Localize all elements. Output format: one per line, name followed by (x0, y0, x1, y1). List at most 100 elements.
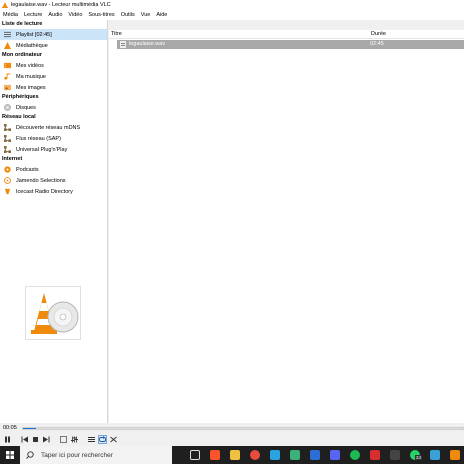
menu-tools[interactable]: Outils (121, 12, 135, 18)
next-button[interactable] (42, 435, 51, 444)
menu-bar: Média Lecture Audio Vidéo Sous-titres Ou… (0, 10, 464, 20)
sidebar-item-sap[interactable]: Flux réseau (SAP) (0, 133, 107, 144)
start-button[interactable] (0, 446, 20, 464)
menu-video[interactable]: Vidéo (68, 12, 82, 18)
sidebar-item-discs[interactable]: Disques (0, 102, 107, 113)
discord-icon[interactable] (330, 450, 340, 460)
sidebar-item-label: Jamendo Selections (16, 177, 66, 184)
sidebar-item-label: Icecast Radio Directory (16, 188, 73, 195)
search-placeholder: Taper ici pour rechercher (41, 451, 113, 459)
app-icon[interactable] (310, 450, 320, 460)
row-title: legaulaise.wav (129, 41, 166, 47)
app-icon[interactable] (430, 450, 440, 460)
playlist-icon (4, 31, 11, 38)
app-icon[interactable] (290, 450, 300, 460)
sidebar-item-images[interactable]: Mes images (0, 82, 107, 93)
stop-button[interactable] (31, 435, 40, 444)
fullscreen-button[interactable] (59, 435, 68, 444)
previous-icon (21, 436, 28, 443)
sidebar-item-jamendo[interactable]: Jamendo Selections (0, 175, 107, 186)
sidebar-item-label: Podcasts (16, 166, 39, 173)
podcast-icon (4, 166, 11, 173)
app-icon[interactable] (270, 450, 280, 460)
title-bar: legaulaise.wav - Lecteur multimédia VLC (0, 0, 464, 10)
whatsapp-button[interactable]: 24 (410, 450, 423, 460)
videos-icon (4, 62, 11, 69)
extended-settings-button[interactable] (70, 435, 79, 444)
disc-icon (4, 104, 11, 111)
spotify-icon[interactable] (350, 450, 360, 460)
sidebar-item-label: Ma musique (16, 73, 46, 80)
section-playlist: Liste de lecture (2, 21, 43, 27)
search-icon (26, 451, 34, 459)
menu-lecture[interactable]: Lecture (24, 12, 42, 18)
loop-icon (99, 436, 106, 442)
fullscreen-icon (60, 436, 67, 443)
menu-view[interactable]: Vue (141, 12, 151, 18)
sidebar-item-label: Mes vidéos (16, 62, 44, 69)
row-duration: 02:45 (370, 41, 384, 47)
album-art (25, 286, 81, 340)
section-devices: Périphériques (2, 94, 39, 100)
sidebar-item-mdns[interactable]: Découverte réseau mDNS (0, 122, 107, 133)
sidebar-item-playlist[interactable]: Playlist [02:45] (0, 29, 107, 40)
controls-bar (0, 433, 464, 446)
sidebar-item-label: Flux réseau (SAP) (16, 135, 61, 142)
stop-icon (33, 437, 38, 442)
brave-icon[interactable] (210, 450, 220, 460)
playlist-icon (88, 437, 95, 442)
table-row[interactable]: legaulaise.wav 02:45 (117, 40, 464, 49)
task-view-icon[interactable] (190, 450, 200, 460)
sidebar-item-music[interactable]: Ma musique (0, 71, 107, 82)
seek-area: 00:05 (0, 423, 464, 433)
sidebar-item-upnp[interactable]: Universal Plug'n'Play (0, 144, 107, 155)
section-my-computer: Mon ordinateur (2, 52, 43, 58)
section-internet: Internet (2, 156, 23, 162)
file-explorer-icon[interactable] (230, 450, 240, 460)
notification-badge: 24 (415, 455, 423, 460)
vlc-cone-icon (2, 2, 8, 8)
toggle-playlist-button[interactable] (87, 435, 96, 444)
taskbar-search[interactable]: Taper ici pour rechercher (20, 446, 172, 464)
previous-button[interactable] (20, 435, 29, 444)
music-icon (4, 73, 11, 80)
pause-icon (5, 436, 10, 443)
shuffle-icon (110, 436, 117, 443)
sidebar-item-icecast[interactable]: Icecast Radio Directory (0, 186, 107, 197)
pause-button[interactable] (3, 435, 12, 444)
jamendo-icon (4, 177, 11, 184)
windows-logo-icon (6, 451, 14, 459)
audio-file-icon (120, 41, 126, 48)
menu-help[interactable]: Aide (156, 12, 167, 18)
loop-button[interactable] (98, 435, 107, 444)
playlist-panel (109, 30, 464, 423)
images-icon (4, 84, 11, 91)
menu-audio[interactable]: Audio (48, 12, 62, 18)
menu-subtitles[interactable]: Sous-titres (88, 12, 114, 18)
app-icon[interactable] (370, 450, 380, 460)
windows-taskbar: Taper ici pour rechercher 24 (0, 446, 464, 464)
library-icon (4, 42, 11, 49)
sidebar-item-videos[interactable]: Mes vidéos (0, 60, 107, 71)
sidebar-item-label: Mes images (16, 84, 46, 91)
chrome-icon[interactable] (250, 450, 260, 460)
icecast-icon (4, 188, 11, 195)
app-icon[interactable] (390, 450, 400, 460)
shuffle-button[interactable] (109, 435, 118, 444)
vlc-cone-disc-image (31, 293, 79, 334)
network-icon (4, 124, 11, 131)
playlist-header: Titre Durée (109, 30, 464, 39)
elapsed-time: 00:05 (3, 425, 17, 431)
column-duration[interactable]: Durée (371, 31, 386, 37)
sidebar-item-label: Médiathèque (16, 42, 48, 49)
network-icon (4, 146, 11, 153)
sidebar-item-label: Universal Plug'n'Play (16, 146, 68, 153)
menu-media[interactable]: Média (3, 12, 18, 18)
section-local-network: Réseau local (2, 114, 36, 120)
sidebar-item-label: Playlist [02:45] (16, 31, 52, 38)
sidebar-item-podcasts[interactable]: Podcasts (0, 164, 107, 175)
seek-slider[interactable] (22, 427, 464, 430)
vlc-taskbar-icon[interactable] (450, 450, 460, 460)
sidebar-item-library[interactable]: Médiathèque (0, 40, 107, 51)
column-title[interactable]: Titre (111, 31, 122, 37)
